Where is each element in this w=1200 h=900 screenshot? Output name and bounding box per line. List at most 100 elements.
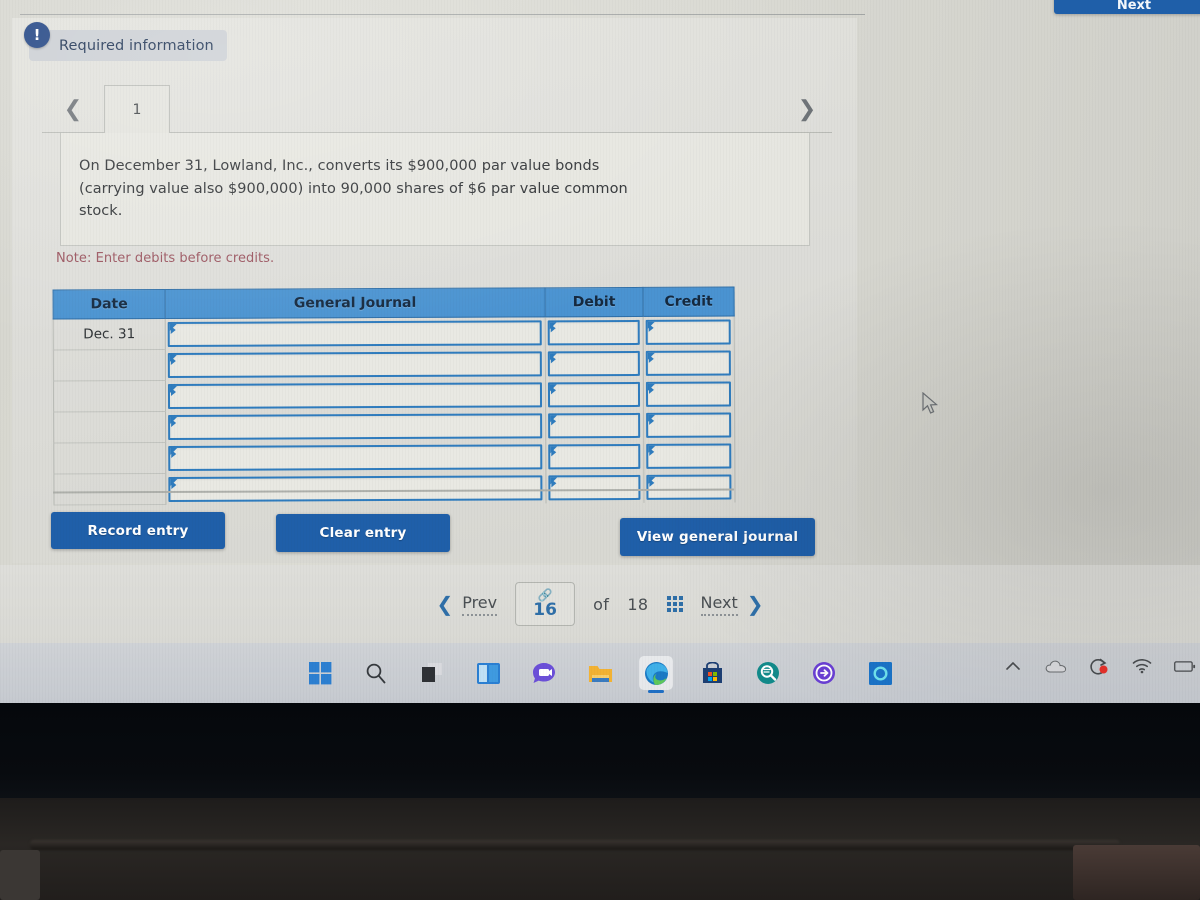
exclamation-icon: ! (24, 22, 50, 48)
table-row (53, 347, 735, 381)
top-right-button-label: Next (1116, 0, 1152, 13)
question-line-1: On December 31, Lowland, Inc., converts … (79, 158, 600, 174)
cell-date-5 (53, 442, 166, 474)
dropdown-caret-icon (648, 323, 654, 332)
column-header-date: Date (53, 289, 166, 319)
cell-credit-5[interactable] (643, 440, 735, 472)
cell-credit-4[interactable] (643, 409, 735, 441)
pagination-bar: ❮ Prev 🔗 16 of 18 Next ❯ (0, 565, 1200, 643)
tab-strip: ❮ 1 ❯ (42, 85, 832, 133)
cell-date-6 (53, 473, 166, 505)
required-information-label: Required information (59, 37, 214, 54)
dropdown-caret-icon (170, 356, 176, 365)
update-sync-icon[interactable] (1088, 655, 1110, 677)
task-view-icon[interactable] (415, 656, 449, 690)
top-right-partial-button[interactable]: Next (1054, 0, 1200, 14)
link-icon: 🔗 (537, 587, 553, 602)
cell-credit-1[interactable] (643, 316, 735, 348)
cell-debit-1[interactable] (545, 316, 644, 348)
grid-icon[interactable] (666, 596, 683, 612)
dropdown-caret-icon (550, 354, 556, 363)
dropdown-caret-icon (648, 385, 654, 394)
column-header-general-journal: General Journal (165, 287, 546, 319)
question-text: On December 31, Lowland, Inc., converts … (61, 133, 809, 223)
sync-app-icon[interactable] (807, 656, 841, 690)
search-app-icon[interactable] (751, 656, 785, 690)
dropdown-caret-icon (171, 418, 177, 427)
question-line-3: stock. (79, 203, 123, 219)
cell-debit-4[interactable] (545, 409, 644, 441)
search-icon[interactable] (359, 656, 393, 690)
system-tray (1002, 655, 1196, 677)
battery-icon[interactable] (1174, 655, 1196, 677)
cell-general-journal-6[interactable] (165, 471, 546, 505)
edge-browser-icon[interactable] (639, 656, 673, 693)
total-pages: 18 (627, 594, 649, 614)
dropdown-caret-icon (171, 449, 177, 458)
cell-date-2 (53, 349, 166, 381)
chevron-left-icon: ❮ (436, 592, 454, 616)
table-row (53, 409, 735, 443)
dropdown-caret-icon (550, 324, 556, 333)
prev-page-label: Prev (462, 593, 498, 616)
cell-debit-6[interactable] (545, 471, 644, 503)
column-header-debit: Debit (545, 287, 644, 317)
cell-general-journal-2[interactable] (165, 347, 546, 381)
cell-debit-3[interactable] (545, 378, 644, 410)
record-entry-button[interactable]: Record entry (51, 512, 225, 549)
note-text: Note: Enter debits before credits. (56, 251, 275, 266)
view-general-journal-button[interactable]: View general journal (620, 518, 815, 556)
microsoft-store-icon[interactable] (695, 656, 729, 690)
table-body: Dec. 31 (53, 316, 735, 505)
prev-page-button[interactable]: ❮ Prev (436, 592, 498, 616)
dropdown-caret-icon (551, 447, 557, 456)
cell-general-journal-4[interactable] (165, 409, 546, 443)
chevron-left-icon[interactable]: ❮ (60, 95, 86, 123)
dropdown-caret-icon (170, 387, 176, 396)
cell-debit-5[interactable] (545, 440, 644, 472)
table-row (53, 440, 735, 474)
laptop-left-edge (0, 850, 40, 900)
wifi-icon[interactable] (1131, 655, 1153, 677)
cell-credit-3[interactable] (643, 378, 735, 410)
dropdown-caret-icon (649, 447, 655, 456)
file-explorer-icon[interactable] (583, 656, 617, 690)
cell-general-journal-3[interactable] (165, 378, 546, 412)
table-row: Dec. 31 (53, 316, 735, 350)
laptop-hinge-lip (30, 840, 1120, 850)
chevron-right-icon: ❯ (746, 592, 764, 616)
start-icon[interactable] (303, 656, 337, 690)
dropdown-caret-icon (551, 416, 557, 425)
show-hidden-icons-icon[interactable] (1002, 655, 1024, 677)
laptop-right-edge (1073, 845, 1200, 900)
onedrive-cloud-icon[interactable] (1045, 655, 1067, 677)
cell-debit-2[interactable] (545, 347, 644, 379)
cell-date-4 (53, 411, 166, 443)
dropdown-caret-icon (648, 354, 654, 363)
table-row (53, 378, 735, 412)
column-header-credit: Credit (643, 287, 735, 317)
dropdown-caret-icon (649, 416, 655, 425)
required-information-badge: Required information (29, 30, 227, 61)
cell-general-journal-5[interactable] (165, 440, 546, 474)
mouse-pointer (922, 391, 940, 420)
laptop-bezel-top (0, 703, 1200, 803)
question-line-2: (carrying value also $900,000) into 90,0… (79, 180, 628, 197)
cell-date-1: Dec. 31 (53, 318, 166, 350)
current-page-box[interactable]: 🔗 16 (515, 582, 576, 626)
next-page-button[interactable]: Next ❯ (700, 592, 764, 616)
tab-1[interactable]: 1 (104, 85, 170, 133)
cell-date-3 (53, 380, 166, 412)
widgets-icon[interactable] (471, 656, 505, 690)
cell-credit-2[interactable] (643, 347, 735, 379)
chevron-right-icon[interactable]: ❯ (794, 95, 820, 123)
table-header-row: Date General Journal Debit Credit (53, 287, 735, 319)
cell-credit-6[interactable] (643, 471, 735, 503)
teams-chat-icon[interactable] (527, 656, 561, 690)
dropdown-caret-icon (550, 385, 556, 394)
assistant-app-icon[interactable] (863, 656, 897, 690)
clear-entry-button[interactable]: Clear entry (276, 514, 450, 552)
general-journal-table: Date General Journal Debit Credit Dec. 3… (53, 287, 736, 506)
current-page-number: 16 (533, 599, 557, 620)
cell-general-journal-1[interactable] (165, 316, 546, 350)
